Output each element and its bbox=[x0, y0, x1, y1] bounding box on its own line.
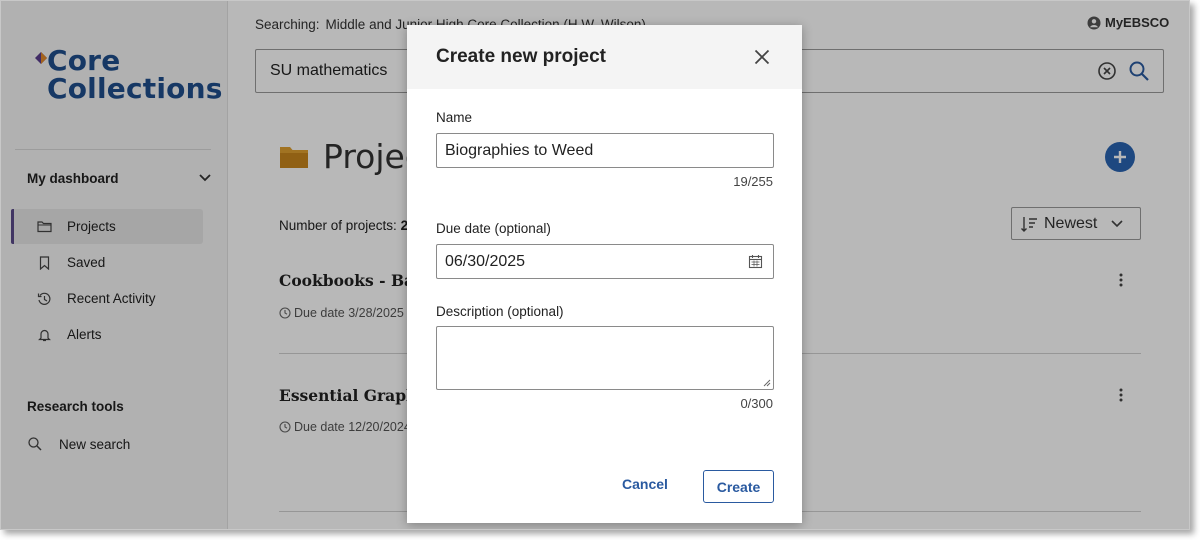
description-char-counter: 0/300 bbox=[740, 396, 773, 411]
calendar-icon[interactable] bbox=[748, 254, 763, 269]
create-project-dialog: Create new project Name Biographies to W… bbox=[407, 25, 802, 523]
due-date-field[interactable]: 06/30/2025 bbox=[436, 244, 774, 279]
close-icon[interactable] bbox=[754, 49, 770, 65]
description-label: Description (optional) bbox=[436, 304, 564, 319]
due-date-label: Due date (optional) bbox=[436, 221, 551, 236]
dialog-header: Create new project bbox=[407, 25, 802, 89]
name-value: Biographies to Weed bbox=[445, 142, 594, 159]
name-label: Name bbox=[436, 110, 473, 125]
create-button[interactable]: Create bbox=[703, 470, 774, 503]
app-window: Core Collections My dashboard Projects S… bbox=[0, 0, 1190, 530]
name-char-counter: 19/255 bbox=[733, 174, 773, 189]
cancel-button[interactable]: Cancel bbox=[622, 476, 668, 492]
due-date-value: 06/30/2025 bbox=[445, 253, 526, 270]
description-field[interactable] bbox=[436, 326, 774, 390]
dialog-title: Create new project bbox=[436, 46, 606, 67]
name-field[interactable]: Biographies to Weed bbox=[436, 133, 774, 168]
resize-handle-icon[interactable] bbox=[763, 379, 771, 387]
